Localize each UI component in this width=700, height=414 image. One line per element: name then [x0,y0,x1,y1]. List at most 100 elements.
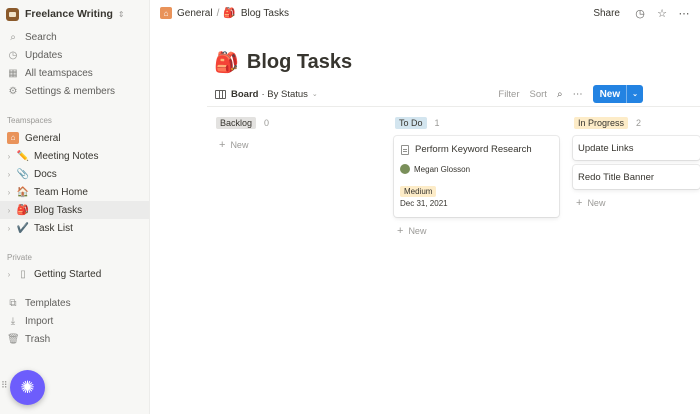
plus-icon: + [397,225,404,237]
nav-settings[interactable]: ⚙ Settings & members [0,82,149,100]
star-icon[interactable]: ☆ [656,7,668,20]
sort-button[interactable]: Sort [530,89,547,100]
sidebar-item-label: Getting Started [34,268,102,280]
plus-icon: + [219,139,226,151]
nav-templates[interactable]: ⧉ Templates [0,294,149,312]
card-assignee: Megan Glosson [400,164,470,174]
board-view-icon [215,89,226,99]
chevron-right-icon[interactable]: › [4,170,14,179]
nav-trash-label: Trash [25,333,51,345]
card-title: Perform Keyword Research [401,144,532,155]
asterisk-icon: ✺ [20,377,35,397]
breadcrumb-separator: / [216,7,220,19]
sidebar-item-task-list[interactable]: › ✔️ Task List [0,219,149,237]
house-icon: 🏠 [16,186,30,198]
workspace-switcher[interactable]: Freelance Writing ⇕ [6,5,125,23]
add-card-button[interactable]: + New [576,197,605,209]
page-title[interactable]: Blog Tasks [247,51,352,74]
toolbar-divider [207,106,700,107]
sidebar-item-meeting-notes[interactable]: › ✏️ Meeting Notes [0,147,149,165]
sidebar-item-label: Task List [34,222,73,234]
drag-handle-icon[interactable]: ⠿ [1,380,8,391]
chevron-right-icon[interactable]: › [4,188,14,197]
sidebar: Freelance Writing ⇕ ⌕ Search ◷ Updates ▦… [0,0,150,414]
sidebar-item-label: Docs [34,168,57,180]
chevron-down-icon[interactable]: ⌄ [626,85,643,103]
add-card-button[interactable]: + New [397,225,426,237]
nav-all-teamspaces[interactable]: ▦ All teamspaces [0,64,149,82]
board-card[interactable]: Update Links [573,136,700,160]
more-options-icon[interactable]: ⋯ [678,7,690,20]
chevron-right-icon[interactable]: › [4,224,14,233]
sidebar-item-docs[interactable]: › 📎 Docs [0,165,149,183]
sidebar-item-label: Meeting Notes [34,150,99,162]
backpack-icon[interactable]: 🎒 [214,50,239,75]
breadcrumb-blog-tasks[interactable]: Blog Tasks [241,8,289,19]
chevron-right-icon[interactable]: › [4,206,14,215]
add-card-button[interactable]: + New [219,139,248,151]
home-icon: ⌂ [160,7,172,19]
column-count: 0 [264,118,270,128]
board-card[interactable]: Perform Keyword Research Megan Glosson M… [394,136,559,217]
card-date: Dec 31, 2021 [400,199,448,208]
card-title: Update Links [578,143,634,154]
page-header: 🎒 Blog Tasks [214,50,352,75]
column-header-todo: To Do 1 [395,116,440,130]
trash-icon: 🗑 [7,333,20,345]
nav-search[interactable]: ⌕ Search [0,28,149,46]
avatar [400,164,410,174]
view-actions: Filter Sort ⌕ ⋯ New ⌄ [498,84,643,104]
search-icon[interactable]: ⌕ [557,89,563,100]
teamspaces-heading: Teamspaces [7,116,52,125]
breadcrumb-general[interactable]: General [177,8,213,19]
templates-icon: ⧉ [9,297,17,309]
view-selector[interactable]: Board · By Status ⌄ [215,84,318,104]
board-card[interactable]: Redo Title Banner [573,165,700,189]
help-fab-button[interactable]: ✺ [10,370,45,405]
nav-import[interactable]: ⤓ Import [0,312,149,330]
sidebar-item-label: Blog Tasks [34,204,83,216]
topbar-actions: Share ◷ ☆ ⋯ [593,0,700,26]
share-button[interactable]: Share [593,8,620,19]
backpack-icon: 🎒 [223,7,236,19]
topbar: ⌂ General / 🎒 Blog Tasks Share ◷ ☆ ⋯ [150,0,700,26]
assignee-name: Megan Glosson [414,164,471,174]
history-clock-icon[interactable]: ◷ [634,7,646,20]
filter-button[interactable]: Filter [498,89,519,100]
card-title: Redo Title Banner [578,172,655,183]
workspace-name: Freelance Writing [25,8,113,20]
teamspace-general[interactable]: ⌂ General [0,129,149,147]
status-tag: To Do [395,117,427,129]
add-card-label: New [408,226,427,236]
nav-search-label: Search [25,31,57,43]
column-count: 1 [434,118,440,128]
column-count: 2 [636,118,642,128]
clock-icon: ◷ [8,49,18,61]
column-header-in-progress: In Progress 2 [574,116,641,130]
workspace-logo-icon [6,7,19,21]
checkmark-icon: ✔️ [16,222,30,234]
view-grouping: · By Status [261,88,308,100]
sidebar-item-getting-started[interactable]: › ▯ Getting Started [0,265,149,283]
nav-trash[interactable]: 🗑 Trash [0,330,149,348]
paperclip-icon: 📎 [16,168,30,180]
grid-icon: ▦ [8,67,18,79]
add-card-label: New [587,198,606,208]
nav-all-teamspaces-label: All teamspaces [25,67,93,79]
sidebar-item-blog-tasks[interactable]: › 🎒 Blog Tasks [0,201,149,219]
sidebar-item-team-home[interactable]: › 🏠 Team Home [0,183,149,201]
card-priority: Medium [400,181,437,199]
chevron-right-icon[interactable]: › [4,270,14,279]
nav-updates-label: Updates [25,49,63,61]
more-options-icon[interactable]: ⋯ [573,89,583,100]
page-icon: ▯ [20,268,26,280]
add-card-label: New [230,140,249,150]
chevron-updown-icon: ⇕ [117,9,125,19]
breadcrumb: ⌂ General / 🎒 Blog Tasks [150,7,289,19]
card-title-text: Perform Keyword Research [415,144,532,155]
nav-updates[interactable]: ◷ Updates [0,46,149,64]
new-button[interactable]: New ⌄ [592,85,643,103]
column-header-backlog: Backlog 0 [216,116,269,130]
backpack-icon: 🎒 [16,204,30,216]
chevron-right-icon[interactable]: › [4,152,14,161]
